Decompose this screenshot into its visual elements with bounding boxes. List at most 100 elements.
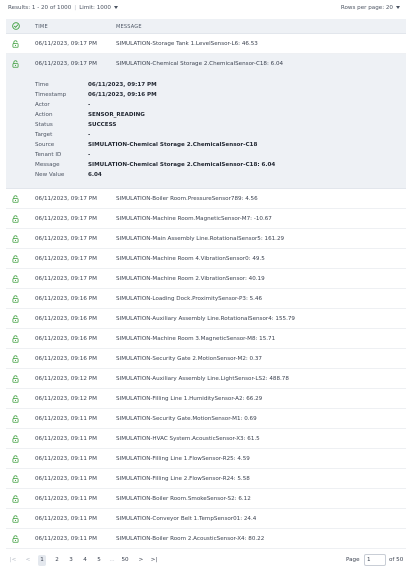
chevron-down-icon	[113, 5, 118, 9]
row-time: 06/11/2023, 09:11 PM	[35, 476, 97, 482]
row-message: SIMULATION-Boiler Room 2.AcousticSensor-…	[116, 536, 265, 542]
detail-value: -	[88, 102, 91, 108]
page-number-input[interactable]	[364, 554, 386, 566]
detail-row: Actor -	[6, 102, 406, 111]
row-time: 06/11/2023, 09:17 PM	[35, 196, 97, 202]
lock-open-icon	[12, 195, 19, 203]
detail-row: Time 06/11/2023, 09:17 PM	[6, 82, 406, 91]
lock-open-icon	[12, 235, 19, 243]
row-message: SIMULATION-Auxiliary Assembly Line.Light…	[116, 376, 289, 382]
prev-page-button[interactable]: <	[24, 555, 32, 566]
row-time: 06/11/2023, 09:11 PM	[35, 516, 97, 522]
results-toolbar: Results: 1 - 20 of 1000 | Limit: 1000 Rows…	[0, 0, 408, 16]
column-header-time[interactable]: TIME	[35, 24, 48, 30]
lock-open-icon	[12, 435, 19, 443]
row-message: SIMULATION-Filling Line 2.FlowSensor-R24…	[116, 476, 250, 482]
lock-open-icon	[12, 315, 19, 323]
table-row[interactable]: 06/11/2023, 09:17 PM SIMULATION-Main Asse…	[6, 229, 406, 249]
row-time: 06/11/2023, 09:17 PM	[35, 61, 97, 67]
lock-open-icon	[12, 335, 19, 343]
detail-row: Tenant ID -	[6, 152, 406, 161]
table-header: TIME MESSAGE	[6, 19, 406, 34]
detail-label: Action	[35, 112, 53, 118]
detail-value: SIMULATION-Chemical Storage 2.ChemicalSe…	[88, 162, 276, 168]
table-row[interactable]: 06/11/2023, 09:11 PM SIMULATION-Filling L…	[6, 469, 406, 489]
page-button-4[interactable]: 4	[81, 555, 89, 566]
results-summary: Results: 1 - 20 of 1000 | Limit: 1000	[8, 5, 118, 11]
table-row[interactable]: 06/11/2023, 09:17 PM SIMULATION-Machine R…	[6, 269, 406, 289]
detail-row: Action SENSOR_READING	[6, 112, 406, 121]
rows-per-page-label: Rows per page:	[340, 5, 385, 11]
page-button-1[interactable]: 1	[38, 555, 46, 566]
lock-open-icon	[12, 355, 19, 363]
table-row[interactable]: 06/11/2023, 09:12 PM SIMULATION-Filling L…	[6, 389, 406, 409]
results-count: Results: 1 - 20 of 1000	[8, 5, 72, 11]
table-row[interactable]: 06/11/2023, 09:16 PM SIMULATION-Loading D…	[6, 289, 406, 309]
row-message: SIMULATION-HVAC System.AcousticSensor-X3…	[116, 436, 260, 442]
row-time: 06/11/2023, 09:17 PM	[35, 276, 97, 282]
row-message: SIMULATION-Auxiliary Assembly Line.Rotat…	[116, 316, 295, 322]
table-row[interactable]: 06/11/2023, 09:17 PM SIMULATION-Storage …	[6, 34, 406, 54]
lock-open-icon	[12, 415, 19, 423]
lock-open-icon	[12, 475, 19, 483]
table-row-expanded[interactable]: 06/11/2023, 09:17 PM SIMULATION-Chemical…	[6, 54, 406, 74]
table-row[interactable]: 06/11/2023, 09:17 PM SIMULATION-Boiler Ro…	[6, 189, 406, 209]
row-time: 06/11/2023, 09:17 PM	[35, 236, 97, 242]
row-message: SIMULATION-Machine Room 2.VibrationSenso…	[116, 276, 265, 282]
table-body: 06/11/2023, 09:17 PM SIMULATION-Boiler Ro…	[6, 189, 406, 549]
lock-open-icon	[12, 40, 19, 48]
row-message: SIMULATION-Security Gate.MotionSensor-M1…	[116, 416, 257, 422]
row-message: SIMULATION-Machine Room.MagneticSensor-M…	[116, 216, 272, 222]
table-row[interactable]: 06/11/2023, 09:11 PM SIMULATION-Security …	[6, 409, 406, 429]
lock-open-icon	[12, 275, 19, 283]
lock-open-icon	[12, 515, 19, 523]
rows-per-page: Rows per page: 20	[341, 5, 400, 11]
rows-per-page-select[interactable]: 20	[386, 5, 400, 11]
table-row[interactable]: 06/11/2023, 09:16 PM SIMULATION-Auxiliary…	[6, 309, 406, 329]
check-circle-icon[interactable]	[12, 22, 20, 30]
table-row[interactable]: 06/11/2023, 09:12 PM SIMULATION-Auxiliary…	[6, 369, 406, 389]
last-page-button[interactable]: >|	[150, 555, 158, 566]
detail-label: Target	[35, 132, 53, 138]
row-message: SIMULATION-Chemical Storage 2.ChemicalSe…	[116, 61, 284, 67]
limit-select[interactable]: Limit: 1000	[79, 5, 118, 11]
table-row[interactable]: 06/11/2023, 09:16 PM SIMULATION-Machine R…	[6, 329, 406, 349]
table-row[interactable]: 06/11/2023, 09:16 PM SIMULATION-Security …	[6, 349, 406, 369]
table-row[interactable]: 06/11/2023, 09:11 PM SIMULATION-HVAC Syst…	[6, 429, 406, 449]
page-button-2[interactable]: 2	[53, 555, 61, 566]
separator: |	[74, 5, 77, 11]
table-row[interactable]: 06/11/2023, 09:17 PM SIMULATION-Machine R…	[6, 249, 406, 269]
page-button-3[interactable]: 3	[67, 555, 75, 566]
limit-label: Limit: 1000	[79, 5, 111, 11]
detail-row: New Value 6.04	[6, 172, 406, 181]
table-row[interactable]: 06/11/2023, 09:17 PM SIMULATION-Machine R…	[6, 209, 406, 229]
row-time: 06/11/2023, 09:11 PM	[35, 536, 97, 542]
first-page-button[interactable]: |<	[9, 555, 17, 566]
column-header-message[interactable]: MESSAGE	[116, 24, 142, 30]
row-time: 06/11/2023, 09:11 PM	[35, 416, 97, 422]
detail-value: 06/11/2023, 09:17 PM	[88, 82, 157, 88]
page-button-50[interactable]: 50	[121, 555, 129, 566]
row-time: 06/11/2023, 09:16 PM	[35, 296, 97, 302]
detail-label: Source	[35, 142, 55, 148]
lock-open-icon	[12, 395, 19, 403]
row-message: SIMULATION-Filling Line 1.FlowSensor-R25…	[116, 456, 250, 462]
detail-label: Timestamp	[35, 92, 67, 98]
table-row[interactable]: 06/11/2023, 09:11 PM SIMULATION-Boiler Ro…	[6, 529, 406, 549]
row-time: 06/11/2023, 09:17 PM	[35, 41, 97, 47]
detail-label: Status	[35, 122, 53, 128]
detail-row: Target -	[6, 132, 406, 141]
lock-open-icon	[12, 215, 19, 223]
row-time: 06/11/2023, 09:11 PM	[35, 436, 97, 442]
row-message: SIMULATION-Main Assembly Line.Rotational…	[116, 236, 285, 242]
detail-value: 6.04	[88, 172, 102, 178]
detail-row: Message SIMULATION-Chemical Storage 2.Che…	[6, 162, 406, 171]
row-message: SIMULATION-Storage Tank 1.LevelSensor-L6…	[116, 41, 258, 47]
row-time: 06/11/2023, 09:16 PM	[35, 336, 97, 342]
detail-value: SIMULATION-Chemical Storage 2.ChemicalSe…	[88, 142, 258, 148]
table-row[interactable]: 06/11/2023, 09:11 PM SIMULATION-Filling L…	[6, 449, 406, 469]
next-page-button[interactable]: >	[137, 555, 145, 566]
page-button-5[interactable]: 5	[95, 555, 103, 566]
table-row[interactable]: 06/11/2023, 09:11 PM SIMULATION-Conveyor …	[6, 509, 406, 529]
table-row[interactable]: 06/11/2023, 09:11 PM SIMULATION-Boiler Ro…	[6, 489, 406, 509]
